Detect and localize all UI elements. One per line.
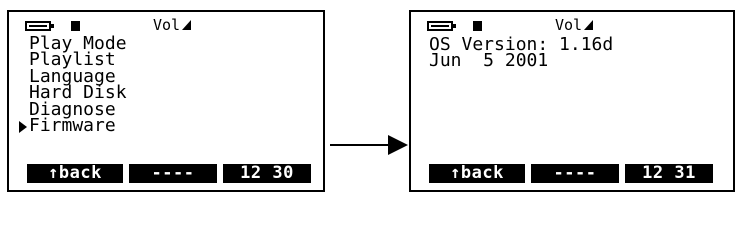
hold-indicator-icon: [71, 21, 80, 31]
selection-cursor-icon: [19, 121, 27, 134]
volume-indicator: Vol: [153, 16, 192, 34]
status-bar: Vol: [25, 16, 245, 34]
status-bar: Vol: [427, 16, 647, 34]
menu-item-firmware[interactable]: Firmware: [19, 115, 127, 137]
clock-softkey: 12 31: [625, 164, 713, 183]
battery-tip: [51, 24, 54, 28]
clock-softkey: 12 30: [223, 164, 311, 183]
battery-icon: [25, 21, 51, 31]
back-softkey[interactable]: ↑back: [27, 164, 123, 183]
hold-indicator-icon: [473, 21, 482, 31]
volume-level-icon: [584, 20, 594, 30]
firmware-info: OS Version: 1.16d Jun 5 2001: [429, 35, 613, 72]
volume-label: Vol: [153, 16, 181, 34]
transition-arrow-icon: [330, 135, 408, 155]
middle-softkey[interactable]: ----: [129, 164, 217, 183]
menu-item-label: Firmware: [29, 115, 116, 137]
volume-label: Vol: [555, 16, 583, 34]
battery-icon: [427, 21, 453, 31]
device-screen-menu: Vol Play Mode Playlist Language Hard Dis…: [7, 10, 325, 192]
device-screen-firmware-info: Vol OS Version: 1.16d Jun 5 2001 ↑back -…: [409, 10, 735, 192]
middle-softkey[interactable]: ----: [531, 164, 619, 183]
volume-level-icon: [182, 20, 192, 30]
battery-tip: [453, 24, 456, 28]
main-menu: Play Mode Playlist Language Hard Disk Di…: [19, 35, 127, 137]
back-softkey[interactable]: ↑back: [429, 164, 525, 183]
build-date-line: Jun 5 2001: [429, 50, 549, 72]
volume-indicator: Vol: [555, 16, 594, 34]
